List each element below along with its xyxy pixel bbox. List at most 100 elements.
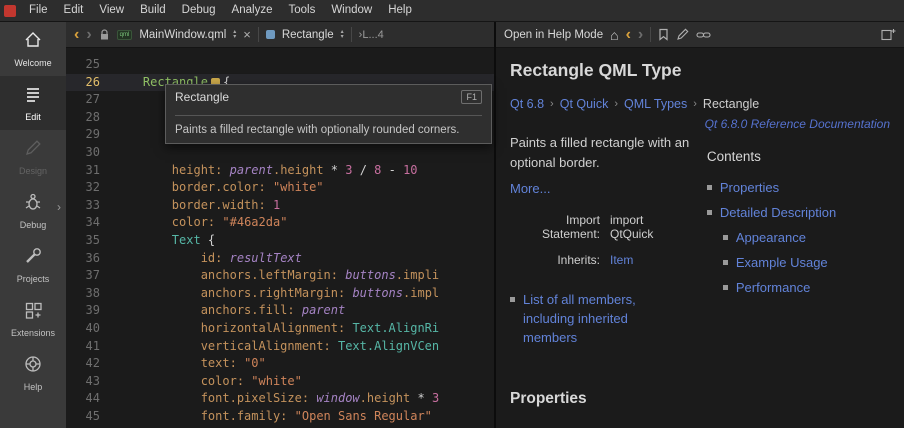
help-forward-icon[interactable]: › (638, 27, 643, 43)
code-token (114, 409, 201, 423)
code-line[interactable]: 32 border.color: "white" (66, 179, 494, 197)
contents-link[interactable]: Example Usage (736, 254, 828, 272)
contents-link[interactable]: Properties (720, 179, 779, 197)
menu-item-analyze[interactable]: Analyze (224, 0, 281, 21)
code-token (287, 409, 294, 423)
square-bullet-icon (707, 185, 712, 190)
line-number: 42 (66, 355, 114, 373)
code-token (114, 356, 201, 370)
code-line[interactable]: 39 anchors.fill: parent (66, 302, 494, 320)
code-token (114, 391, 201, 405)
code-token: anchors.rightMargin: (201, 286, 346, 300)
code-line[interactable]: 41 verticalAlignment: Text.AlignVCen (66, 338, 494, 356)
debug-submenu-arrow-icon[interactable]: › (57, 200, 61, 214)
help-toolbar: Open in Help Mode ⌂ ‹ › (496, 22, 904, 48)
square-bullet-icon (707, 210, 712, 215)
code-token: "Open Sans Regular" (295, 409, 432, 423)
code-line[interactable]: 30 (66, 144, 494, 162)
sidebar-item-edit[interactable]: Edit (0, 76, 66, 130)
symbol-dropdown-icon[interactable]: ▴ ▾ (341, 30, 344, 40)
menu-item-window[interactable]: Window (323, 0, 380, 21)
close-document-icon[interactable]: × (243, 27, 251, 42)
code-line[interactable]: 37 anchors.leftMargin: buttons.impli (66, 267, 494, 285)
menu-item-build[interactable]: Build (132, 0, 174, 21)
tooltip-header: Rectangle F1 (175, 90, 482, 104)
menu-item-tools[interactable]: Tools (280, 0, 323, 21)
code-token (114, 180, 172, 194)
code-line[interactable]: 43 color: "white" (66, 373, 494, 391)
menu-item-help[interactable]: Help (380, 0, 420, 21)
tooltip-title: Rectangle (175, 90, 229, 104)
square-bullet-icon (723, 235, 728, 240)
split-editor-icon[interactable] (881, 28, 896, 41)
breadcrumb-separator-icon: › (693, 98, 697, 110)
code-token: "#46a2da" (222, 215, 287, 229)
sidebar-item-debug[interactable]: › Debug (0, 184, 66, 238)
code-token: .height (360, 391, 411, 405)
bookmark-icon[interactable] (658, 28, 669, 41)
symbol-tooltip: Rectangle F1 Paints a filled rectangle w… (165, 84, 492, 144)
open-in-help-mode-button[interactable]: Open in Help Mode (504, 29, 603, 41)
lock-icon (99, 29, 110, 41)
sidebar-label: Help (24, 382, 43, 392)
code-token: font.pixelSize: (201, 391, 309, 405)
editor-pane: ‹ › qml MainWindow.qml ▴ ▾ × Rectangle ▴… (66, 22, 494, 428)
back-icon[interactable]: ‹ (74, 27, 79, 43)
link-icon[interactable] (696, 30, 711, 40)
code-token: "0" (244, 356, 266, 370)
sidebar-label: Extensions (11, 328, 55, 338)
sidebar-item-extensions[interactable]: Extensions (0, 292, 66, 346)
square-bullet-icon (723, 285, 728, 290)
extensions-icon (23, 300, 43, 325)
code-line[interactable]: 25 (66, 56, 494, 74)
menu-item-file[interactable]: File (21, 0, 56, 21)
contents-link[interactable]: Detailed Description (720, 204, 836, 222)
tooltip-divider (175, 115, 482, 116)
help-back-icon[interactable]: ‹ (626, 27, 631, 43)
breadcrumb-link[interactable]: Qt Quick (560, 97, 609, 111)
breadcrumb-link[interactable]: QML Types (624, 97, 687, 111)
breadcrumb-link[interactable]: Qt 6.8 (510, 97, 544, 111)
open-document-selector[interactable]: MainWindow.qml (139, 29, 226, 41)
forward-icon[interactable]: › (86, 27, 91, 43)
code-line[interactable]: 42 text: "0" (66, 355, 494, 373)
menu-item-view[interactable]: View (91, 0, 132, 21)
line-number: 35 (66, 232, 114, 250)
document-dropdown-icon[interactable]: ▴ ▾ (233, 30, 236, 40)
inherits-link[interactable]: Item (610, 253, 633, 267)
inherits-label: Inherits: (524, 254, 600, 268)
code-token: parent (230, 163, 273, 177)
reference-doc-link[interactable]: Qt 6.8.0 Reference Documentation (510, 117, 890, 131)
code-line[interactable]: 35 Text { (66, 232, 494, 250)
code-line[interactable]: 44 font.pixelSize: window.height * 3 (66, 390, 494, 408)
symbol-selector[interactable]: Rectangle (282, 29, 334, 41)
menu-item-edit[interactable]: Edit (56, 0, 92, 21)
code-token: border.color: (172, 180, 266, 194)
line-number: 36 (66, 250, 114, 268)
code-line[interactable]: 38 anchors.rightMargin: buttons.impl (66, 285, 494, 303)
cursor-position-indicator[interactable]: ›L...4 (359, 29, 384, 41)
sidebar-item-projects[interactable]: Projects (0, 238, 66, 292)
all-members-link[interactable]: List of all members, including inherited… (523, 291, 685, 348)
code-token (114, 321, 201, 335)
code-token (222, 163, 229, 177)
code-token (222, 251, 229, 265)
sidebar-item-welcome[interactable]: Welcome (0, 22, 66, 76)
help-home-icon[interactable]: ⌂ (610, 28, 618, 42)
design-icon (23, 138, 43, 163)
contents-link[interactable]: Performance (736, 279, 810, 297)
edit-pencil-icon[interactable] (676, 28, 689, 41)
code-token: window (316, 391, 359, 405)
code-line[interactable]: 34 color: "#46a2da" (66, 214, 494, 232)
code-line[interactable]: 31 height: parent.height * 3 / 8 - 10 (66, 162, 494, 180)
code-line[interactable]: 33 border.width: 1 (66, 197, 494, 215)
code-token: "white" (251, 374, 302, 388)
code-token: * (410, 391, 432, 405)
sidebar-item-help[interactable]: Help (0, 346, 66, 400)
code-line[interactable]: 36 id: resultText (66, 250, 494, 268)
code-line[interactable]: 40 horizontalAlignment: Text.AlignRi (66, 320, 494, 338)
code-line[interactable]: 45 font.family: "Open Sans Regular" (66, 408, 494, 426)
more-link[interactable]: More... (510, 181, 550, 196)
menu-item-debug[interactable]: Debug (174, 0, 224, 21)
contents-link[interactable]: Appearance (736, 229, 806, 247)
